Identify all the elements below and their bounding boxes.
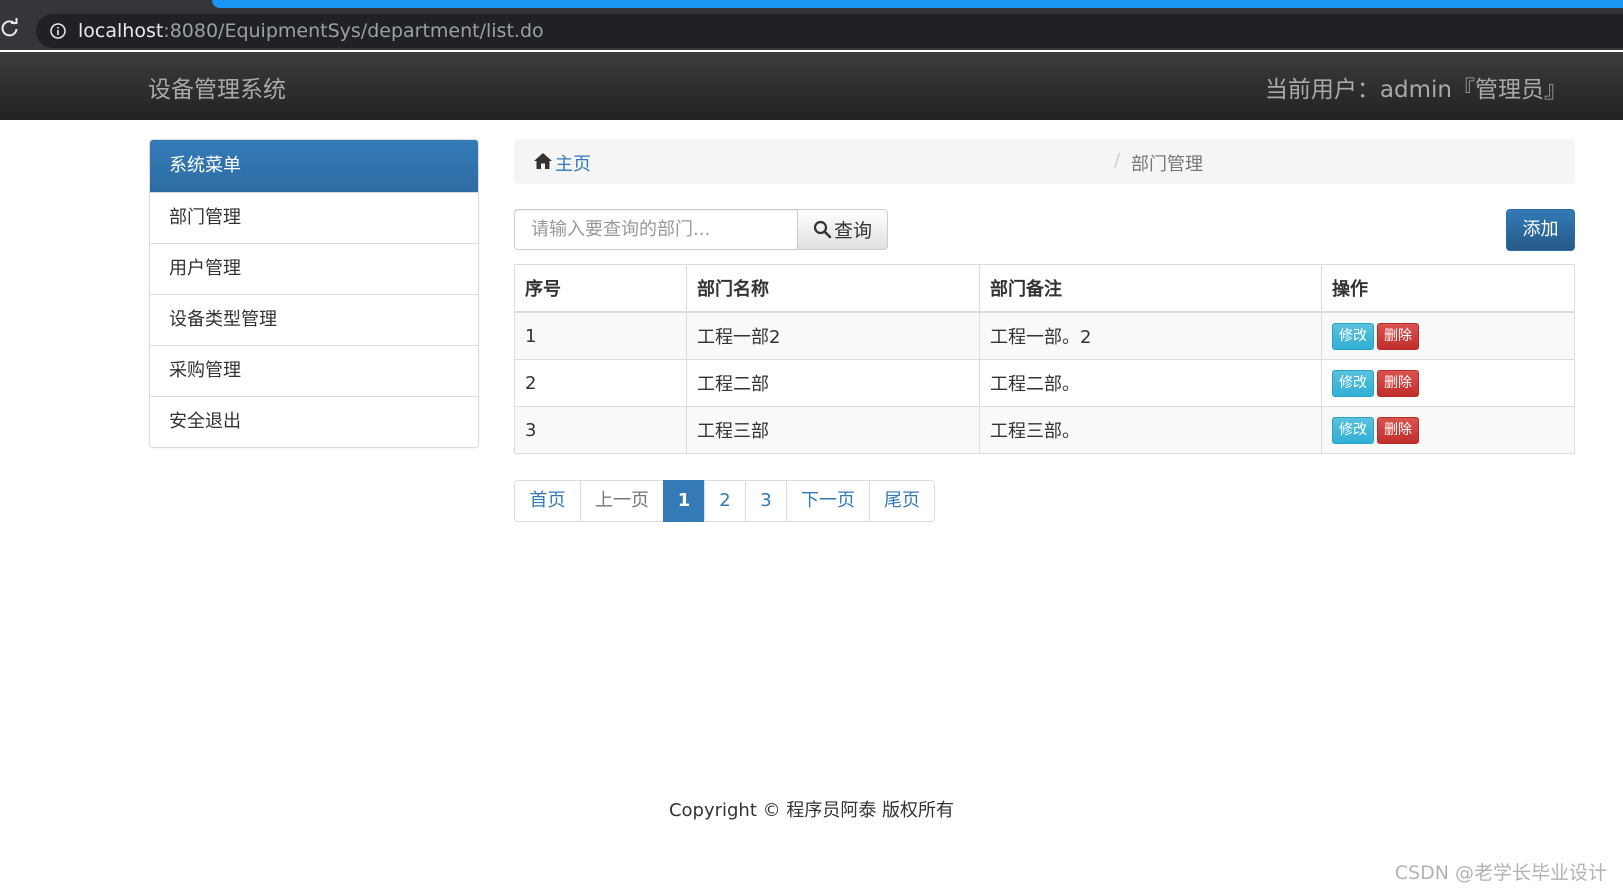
cell-index: 1 bbox=[514, 311, 687, 360]
cell-actions: 修改 删除 bbox=[1321, 359, 1575, 407]
header-actions: 操作 bbox=[1321, 264, 1575, 313]
sidebar-item-users[interactable]: 用户管理 bbox=[150, 243, 478, 294]
url-host: localhost bbox=[78, 20, 164, 42]
header-name: 部门名称 bbox=[686, 264, 980, 313]
browser-toolbar: localhost:8080/EquipmentSys/department/l… bbox=[0, 0, 1623, 50]
sidebar-item-department[interactable]: 部门管理 bbox=[150, 192, 478, 243]
watermark: CSDN @老学长毕业设计 bbox=[1394, 862, 1607, 884]
cell-index: 3 bbox=[514, 406, 687, 454]
address-bar[interactable]: localhost:8080/EquipmentSys/department/l… bbox=[36, 14, 1623, 48]
cell-name: 工程一部2 bbox=[686, 311, 980, 360]
search-icon bbox=[813, 220, 832, 239]
page-next[interactable]: 下一页 bbox=[786, 480, 870, 522]
search-button-label: 查询 bbox=[833, 220, 872, 242]
breadcrumb: 主页 / 部门管理 bbox=[514, 139, 1575, 184]
edit-button[interactable]: 修改 bbox=[1332, 369, 1374, 397]
header-index: 序号 bbox=[514, 264, 687, 313]
cell-note: 工程一部。2 bbox=[979, 311, 1322, 360]
breadcrumb-separator: / bbox=[1114, 150, 1121, 171]
top-navbar: 设备管理系统 当前用户：admin『管理员』 bbox=[0, 52, 1623, 120]
app-brand[interactable]: 设备管理系统 bbox=[148, 70, 286, 104]
page-load-progress bbox=[212, 0, 1623, 8]
sidebar-item-purchases[interactable]: 采购管理 bbox=[150, 345, 478, 396]
edit-button[interactable]: 修改 bbox=[1332, 322, 1374, 350]
sidebar-menu: 系统菜单 部门管理 用户管理 设备类型管理 采购管理 安全退出 bbox=[149, 139, 479, 448]
cell-note: 工程三部。 bbox=[979, 406, 1322, 454]
department-table: 序号 部门名称 部门备注 操作 1 工程一部2 工程一部。2 修改 删除 2 工程… bbox=[514, 264, 1575, 454]
info-icon[interactable] bbox=[50, 23, 66, 39]
table-header-row: 序号 部门名称 部门备注 操作 bbox=[514, 264, 1575, 313]
delete-button[interactable]: 删除 bbox=[1377, 416, 1419, 444]
breadcrumb-home-link[interactable]: 主页 bbox=[555, 150, 591, 176]
page-first[interactable]: 首页 bbox=[514, 480, 581, 522]
sidebar-item-logout[interactable]: 安全退出 bbox=[150, 396, 478, 447]
page-last[interactable]: 尾页 bbox=[869, 480, 935, 522]
table-row: 1 工程一部2 工程一部。2 修改 删除 bbox=[514, 311, 1575, 360]
add-department-button[interactable]: 添加 bbox=[1506, 209, 1575, 251]
footer-copyright: Copyright © 程序员阿泰 版权所有 bbox=[668, 800, 955, 821]
url-path: :8080/EquipmentSys/department/list.do bbox=[163, 20, 544, 42]
cell-note: 工程二部。 bbox=[979, 359, 1322, 407]
reload-icon[interactable] bbox=[0, 18, 20, 38]
page-2[interactable]: 2 bbox=[704, 480, 746, 522]
cell-name: 工程三部 bbox=[686, 406, 980, 454]
department-search-input[interactable] bbox=[514, 209, 798, 250]
delete-button[interactable]: 删除 bbox=[1377, 322, 1419, 350]
search-button[interactable]: 查询 bbox=[797, 209, 888, 250]
delete-button[interactable]: 删除 bbox=[1377, 369, 1419, 397]
cell-index: 2 bbox=[514, 359, 687, 407]
edit-button[interactable]: 修改 bbox=[1332, 416, 1374, 444]
table-row: 3 工程三部 工程三部。 修改 删除 bbox=[514, 406, 1575, 454]
pagination: 首页 上一页 1 2 3 下一页 尾页 bbox=[514, 480, 935, 522]
home-icon[interactable] bbox=[533, 151, 553, 171]
cell-name: 工程二部 bbox=[686, 359, 980, 407]
current-user-label: 当前用户：admin『管理员』 bbox=[1264, 77, 1567, 103]
page-prev[interactable]: 上一页 bbox=[580, 480, 664, 522]
url-text: localhost:8080/EquipmentSys/department/l… bbox=[78, 20, 544, 42]
page-1[interactable]: 1 bbox=[663, 480, 705, 522]
header-note: 部门备注 bbox=[979, 264, 1322, 313]
cell-actions: 修改 删除 bbox=[1321, 406, 1575, 454]
cell-actions: 修改 删除 bbox=[1321, 311, 1575, 360]
table-row: 2 工程二部 工程二部。 修改 删除 bbox=[514, 359, 1575, 407]
sidebar-item-device-types[interactable]: 设备类型管理 bbox=[150, 294, 478, 345]
sidebar-heading: 系统菜单 bbox=[150, 140, 478, 192]
breadcrumb-current: 部门管理 bbox=[1131, 154, 1203, 175]
page-3[interactable]: 3 bbox=[745, 480, 787, 522]
